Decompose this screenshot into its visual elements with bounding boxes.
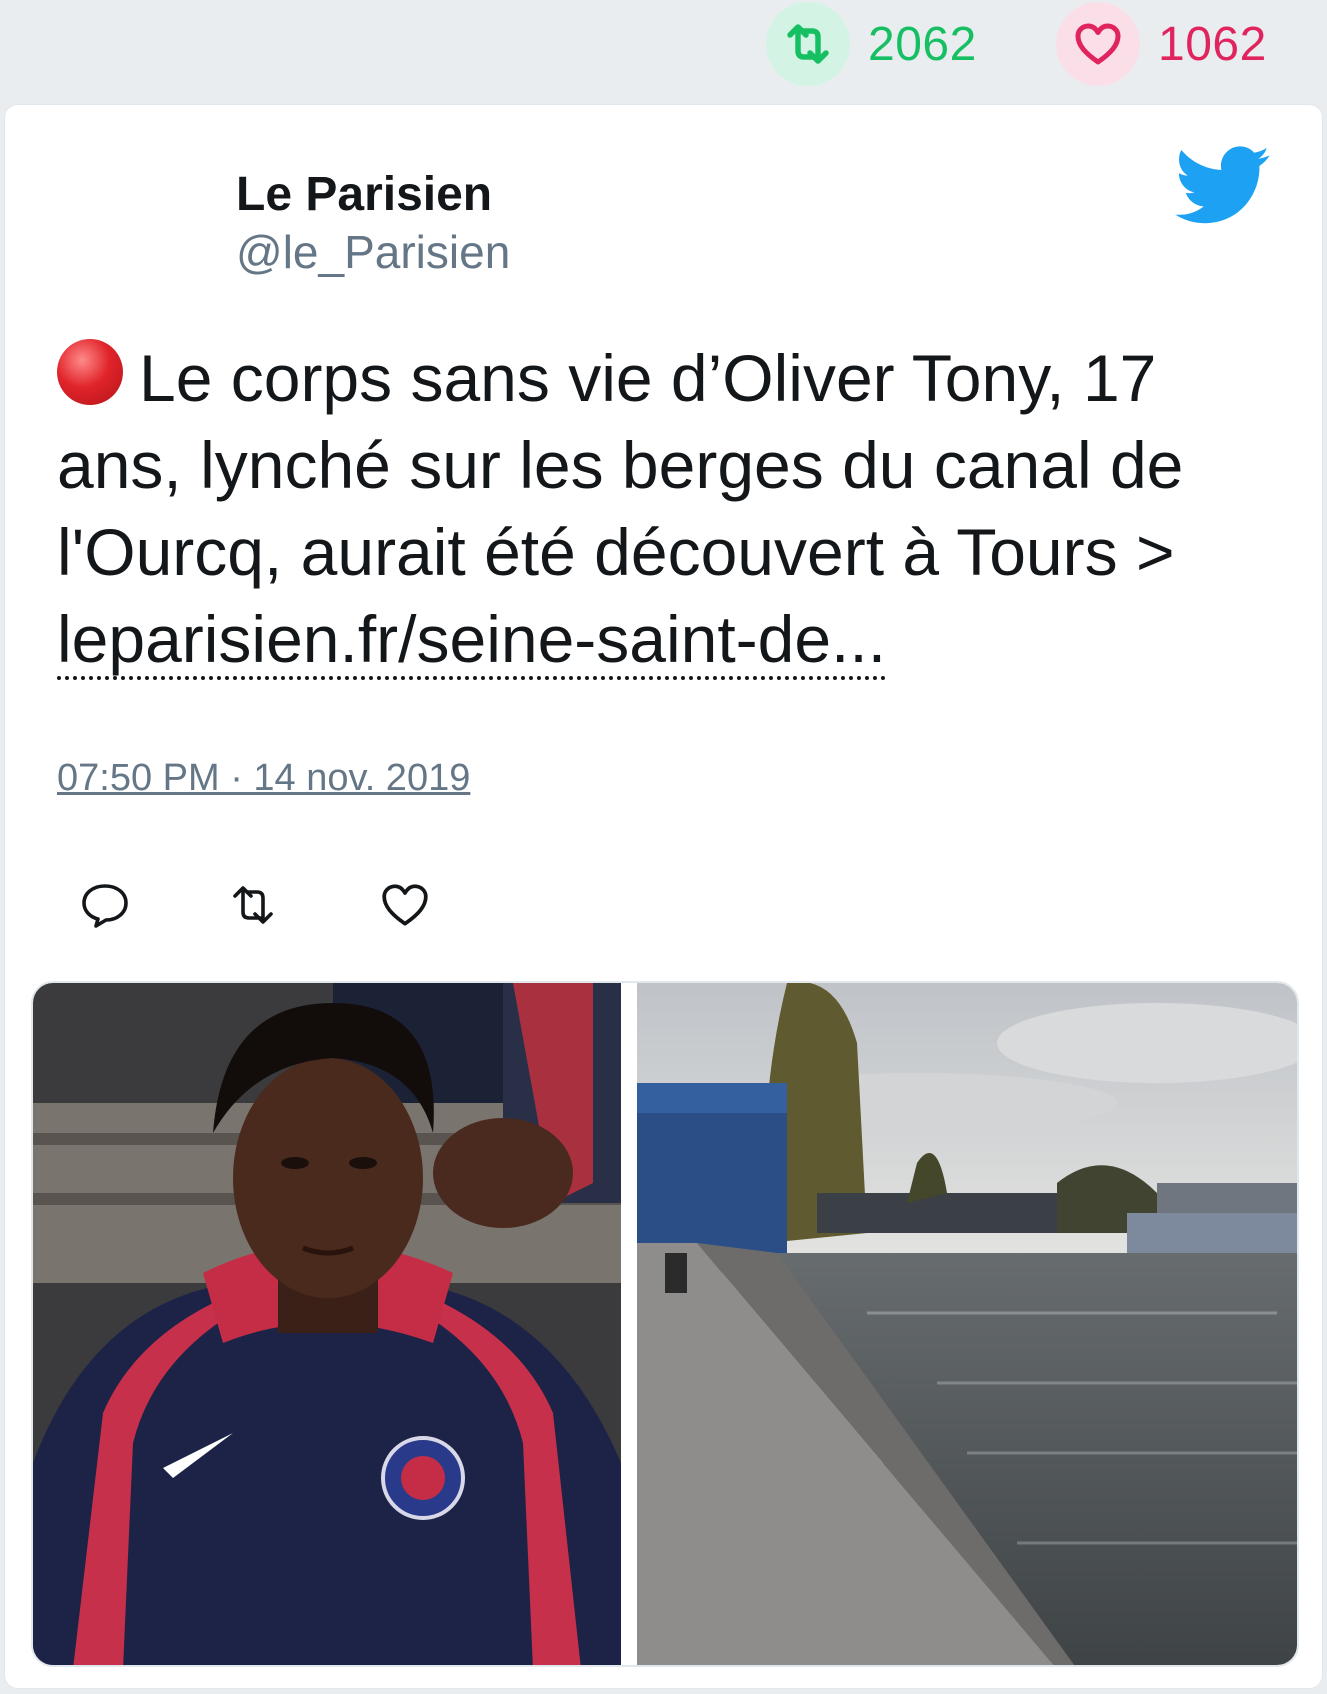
tweet-card: Le Parisien @le_Parisien Le corps sans v…: [4, 104, 1323, 1689]
tweet-media[interactable]: [31, 981, 1299, 1667]
author-name[interactable]: Le Parisien: [236, 167, 492, 222]
retweet-icon: [233, 886, 273, 924]
engagement-stats: 2062 1062: [0, 0, 1327, 100]
twitter-bird-icon[interactable]: [1175, 145, 1271, 227]
red-circle-emoji: [57, 339, 123, 405]
heart-icon: [1056, 2, 1140, 86]
like-stat: 1062: [1056, 2, 1267, 86]
retweet-button[interactable]: [223, 875, 283, 935]
reply-icon: [82, 884, 128, 928]
retweet-count: 2062: [868, 17, 977, 71]
retweet-icon: [766, 2, 850, 86]
heart-icon: [382, 884, 428, 926]
like-count: 1062: [1158, 17, 1267, 71]
tweet-timestamp[interactable]: 07:50 PM · 14 nov. 2019: [57, 757, 470, 800]
retweet-stat: 2062: [766, 2, 977, 86]
tweet-body: Le corps sans vie d’Oliver Tony, 17 ans,…: [57, 341, 1184, 589]
media-photo-canal[interactable]: [637, 983, 1297, 1665]
reply-button[interactable]: [75, 875, 135, 935]
like-button[interactable]: [375, 875, 435, 935]
tweet-link[interactable]: leparisien.fr/seine-saint-de...: [57, 602, 887, 680]
media-photo-portrait[interactable]: [33, 983, 621, 1665]
author-handle[interactable]: @le_Parisien: [236, 225, 510, 279]
tweet-text: Le corps sans vie d’Oliver Tony, 17 ans,…: [57, 335, 1287, 683]
